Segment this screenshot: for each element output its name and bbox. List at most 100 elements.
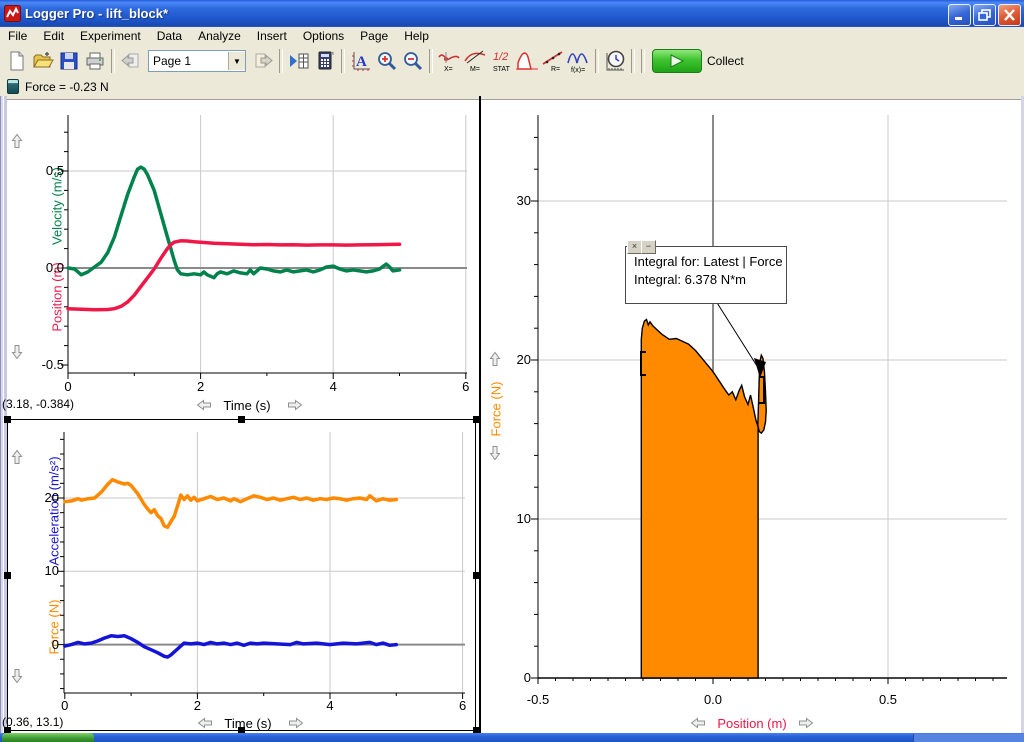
minimize-button[interactable] (948, 4, 971, 26)
toolbar-separator (631, 49, 635, 73)
axis-scroll-up-icon[interactable] (489, 351, 501, 367)
menu-item-insert[interactable]: Insert (249, 27, 295, 45)
document-area: Velocity (m/s) Position (m) Time (s) (3.… (0, 96, 1024, 733)
x-tick-label: 0.5 (873, 692, 903, 707)
axis-scroll-right-icon[interactable] (287, 399, 303, 411)
save-button[interactable] (56, 48, 82, 74)
stat-frac-glyph: 1/2 (493, 51, 508, 63)
print-button[interactable] (82, 48, 108, 74)
selection-handle[interactable] (473, 416, 480, 423)
integral-button[interactable] (514, 48, 540, 74)
menu-item-data[interactable]: Data (149, 27, 190, 45)
x-tick-label: 0 (50, 698, 80, 713)
selection-handle[interactable] (4, 572, 11, 579)
y-tick-label: 10 (14, 563, 59, 578)
page-left-margin (0, 96, 7, 733)
annotation-line2: Integral: 6.378 N*m (634, 271, 786, 289)
previous-page-button[interactable] (118, 48, 144, 74)
axis-scroll-down-icon[interactable] (11, 344, 23, 360)
zoom-out-button[interactable] (400, 48, 426, 74)
axis-scroll-down-icon[interactable] (11, 668, 23, 684)
curve-fit-button[interactable]: f(x)= (566, 48, 592, 74)
x-tick-label: 6 (451, 379, 481, 394)
menu-item-edit[interactable]: Edit (35, 27, 72, 45)
x-tick-label: 2 (182, 698, 212, 713)
selection-handle[interactable] (473, 572, 480, 579)
menu-item-help[interactable]: Help (396, 27, 437, 45)
linear-fit-button[interactable]: R= (540, 48, 566, 74)
zoom-in-button[interactable] (374, 48, 400, 74)
chart1-time-axis-label: Time (s) (223, 398, 270, 413)
tangent-button[interactable]: M= (462, 48, 488, 74)
menu-item-page[interactable]: Page (352, 27, 396, 45)
new-document-button[interactable] (4, 48, 30, 74)
annotation-line1: Integral for: Latest | Force (634, 253, 786, 271)
chevron-down-icon[interactable]: ▼ (228, 52, 245, 70)
y-tick-label: 0.5 (19, 163, 64, 178)
open-button[interactable] (30, 48, 56, 74)
tangent-label: M= (470, 66, 480, 73)
axis-scroll-right-icon[interactable] (288, 717, 304, 729)
close-button[interactable] (998, 4, 1021, 26)
integral-annotation-box[interactable]: × − Integral for: Latest | Force Integra… (625, 246, 787, 304)
panel-divider (479, 96, 481, 733)
logger-pro-window: Logger Pro - lift_block* FileEditExperim… (0, 0, 1024, 742)
chart3-position-axis-label: Position (m) (717, 716, 786, 731)
data-table-button[interactable] (286, 48, 312, 74)
data-collection-setup-button[interactable] (602, 48, 628, 74)
title-bar[interactable]: Logger Pro - lift_block* (0, 0, 1024, 27)
statistics-button[interactable]: 1/2STAT (488, 48, 514, 74)
axis-scroll-up-icon[interactable] (11, 133, 23, 149)
toolbar-separator (595, 49, 599, 73)
axis-scroll-right-icon[interactable] (798, 717, 814, 729)
selection-handle[interactable] (238, 416, 245, 423)
chart2-selection-frame[interactable] (7, 419, 476, 731)
examine-button[interactable]: X= (436, 48, 462, 74)
x-tick-label: 4 (318, 379, 348, 394)
toolbar: Page 1 ▼ A X= M= 1/2STAT R= f(x)= Collec… (0, 45, 1024, 77)
curve-fit-label: f(x)= (571, 67, 585, 73)
axis-scroll-down-icon[interactable] (489, 445, 501, 461)
calculator-button[interactable] (312, 48, 338, 74)
selection-handle[interactable] (4, 416, 11, 423)
next-page-button[interactable] (250, 48, 276, 74)
annotation-close-button[interactable]: × (627, 240, 642, 254)
linear-fit-label: R= (551, 66, 560, 73)
collect-label: Collect (707, 54, 744, 68)
menu-item-analyze[interactable]: Analyze (190, 27, 249, 45)
x-tick-label: -0.5 (523, 692, 553, 707)
y-tick-label: 0 (486, 670, 531, 685)
annotation-collapse-button[interactable]: − (641, 240, 656, 254)
y-tick-label: 30 (486, 193, 531, 208)
restore-button[interactable] (973, 4, 996, 26)
taskbar-item[interactable] (913, 734, 1024, 742)
autoscale-glyph: A (356, 54, 367, 70)
axis-scroll-up-icon[interactable] (11, 449, 23, 465)
x-tick-label: 6 (448, 698, 478, 713)
toolbar-separator (111, 49, 115, 73)
chart1-cursor-readout: (3.18, -0.384) (2, 397, 74, 411)
menu-item-options[interactable]: Options (295, 27, 352, 45)
start-button[interactable] (2, 733, 94, 742)
y-tick-label: -0.5 (19, 357, 64, 372)
axis-scroll-left-icon[interactable] (197, 717, 213, 729)
menu-item-experiment[interactable]: Experiment (72, 27, 149, 45)
annotation-leader-line (714, 298, 757, 366)
taskbar[interactable] (0, 733, 1024, 742)
x-tick-label: 2 (186, 379, 216, 394)
y-tick-label: 10 (486, 511, 531, 526)
page-select-value: Page 1 (149, 54, 228, 68)
series-position (68, 241, 400, 310)
toolbar-separator (341, 49, 345, 73)
force-sensor-icon (7, 79, 19, 94)
sensor-readout: Force = -0.23 N (25, 80, 109, 94)
examine-label: X= (444, 66, 453, 73)
series-velocity (68, 167, 400, 278)
page-select[interactable]: Page 1 ▼ (148, 50, 246, 72)
axis-scroll-left-icon[interactable] (690, 717, 706, 729)
axis-scroll-left-icon[interactable] (196, 399, 212, 411)
autoscale-button[interactable]: A (348, 48, 374, 74)
menu-item-file[interactable]: File (0, 27, 35, 45)
x-tick-label: 0 (53, 379, 83, 394)
collect-button[interactable] (652, 49, 702, 73)
